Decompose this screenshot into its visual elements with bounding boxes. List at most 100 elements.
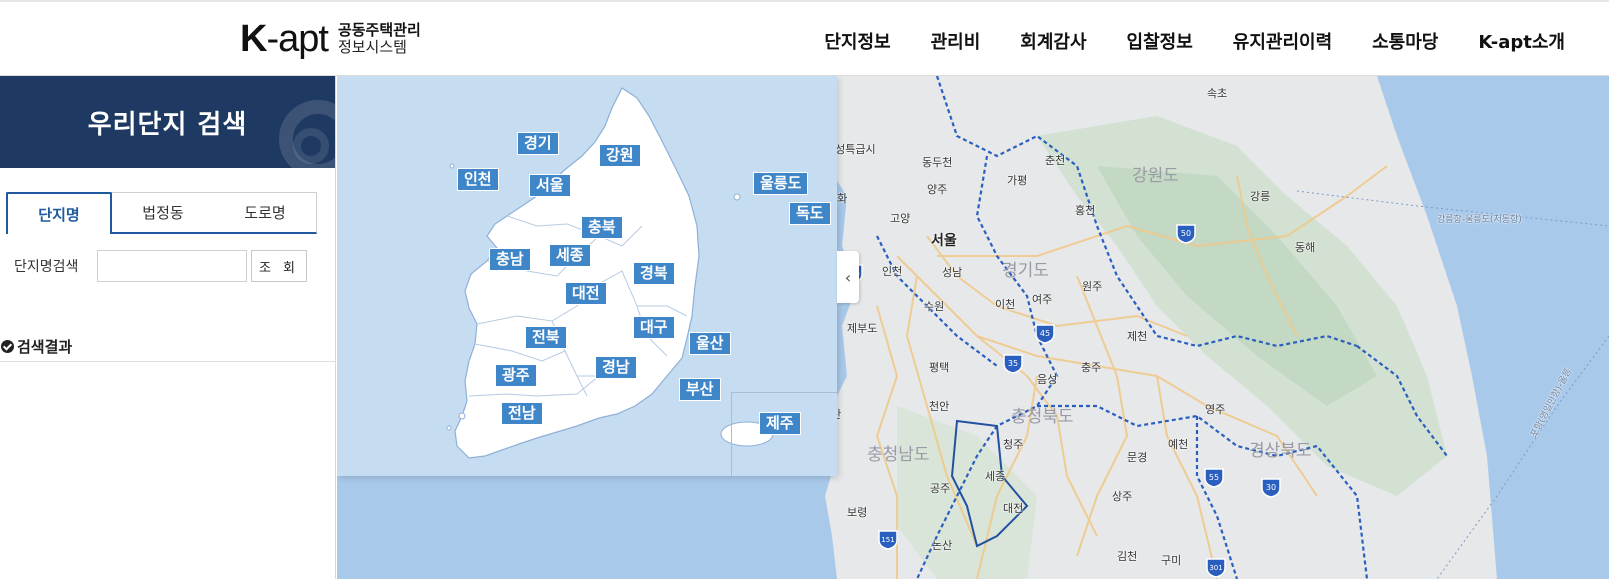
route-number-55: 55: [1209, 473, 1219, 482]
map-label-icheon: 이천: [995, 298, 1016, 311]
map-city-incheon: 인천: [882, 265, 903, 278]
map-label-sea-route-ulleung: 강릉항-울릉도(저동항): [1437, 215, 1522, 225]
region-gyeongnam[interactable]: 경남: [595, 356, 637, 379]
result-title-text: 검색결과: [17, 338, 73, 356]
map-label-sokcho: 속초: [1207, 87, 1228, 100]
region-sejong[interactable]: 세종: [549, 244, 591, 267]
region-incheon[interactable]: 인천: [457, 168, 499, 191]
region-jeonnam[interactable]: 전남: [501, 402, 543, 425]
map-label-gimcheon: 김천: [1117, 550, 1138, 563]
map-view[interactable]: 강원도 경기도 충청북도 충청남도 경상북도 서울 인천 세종 대전 속초 개성…: [337, 76, 1609, 579]
site-logo[interactable]: K-apt 공동주택관리 정보시스템: [240, 20, 421, 58]
region-chungbuk[interactable]: 충북: [581, 216, 623, 239]
region-overview-map: 경기 강원 인천 서울 울릉도 독도 충북 충남 세종 경북 대전 대구 전북 …: [337, 76, 837, 476]
main-nav: 단지정보 관리비 회계감사 입찰정보 유지관리이력 소통마당 K-apt소개: [824, 28, 1565, 54]
region-seoul[interactable]: 서울: [529, 174, 571, 197]
region-gyeonggi[interactable]: 경기: [517, 132, 559, 155]
decorative-swirl-small: [293, 128, 329, 164]
panel-title: 우리단지 검색: [87, 109, 248, 140]
region-daegu[interactable]: 대구: [633, 316, 675, 339]
route-shield-45: 45: [1034, 322, 1056, 344]
route-shield-30: 30: [1260, 476, 1282, 498]
nav-item-audit[interactable]: 회계감사: [1020, 28, 1086, 54]
tab-legal-dong[interactable]: 법정동: [112, 193, 214, 232]
nav-item-bid-info[interactable]: 입찰정보: [1127, 28, 1193, 54]
tab-road-name[interactable]: 도로명: [214, 193, 316, 232]
nav-item-management-fee[interactable]: 관리비: [931, 28, 981, 54]
region-jeonbuk[interactable]: 전북: [525, 326, 567, 349]
route-shield-50: 50: [1175, 222, 1197, 244]
map-label-wonju: 원주: [1082, 280, 1103, 293]
route-shield-35: 35: [1002, 352, 1024, 374]
route-number-151: 151: [881, 536, 894, 544]
map-label-donghae: 동해: [1295, 241, 1316, 254]
region-dokdo[interactable]: 독도: [789, 202, 831, 225]
map-label-gangwon: 강원도: [1132, 166, 1179, 186]
region-gwangju[interactable]: 광주: [495, 364, 537, 387]
map-label-hongcheon: 홍천: [1075, 204, 1096, 217]
map-label-jebudo: 제부도: [847, 322, 878, 335]
route-shield-55: 55: [1203, 466, 1225, 488]
region-chungnam[interactable]: 충남: [489, 248, 531, 271]
tab-complex-name[interactable]: 단지명: [6, 192, 112, 234]
map-city-seoul: 서울: [931, 233, 957, 249]
region-busan[interactable]: 부산: [679, 378, 721, 401]
map-label-nonsan: 논산: [932, 539, 953, 552]
map-label-sangju: 상주: [1112, 490, 1133, 503]
region-jeju[interactable]: 제주: [759, 412, 801, 435]
search-row: 단지명검색 조 회: [14, 250, 307, 282]
map-label-eumseong: 음성: [1037, 373, 1058, 386]
header: K-apt 공동주택관리 정보시스템 단지정보 관리비 회계감사 입찰정보 유지…: [0, 0, 1609, 76]
map-label-chungnam: 충청남도: [867, 445, 930, 465]
map-label-yecheon: 예천: [1168, 438, 1189, 451]
nav-item-community[interactable]: 소통마당: [1372, 28, 1438, 54]
map-label-suwon: 수원: [924, 300, 945, 313]
map-label-chuncheon: 춘천: [1045, 154, 1066, 167]
panel-header: 우리단지 검색: [0, 76, 335, 168]
chevron-left-icon: ‹: [844, 267, 852, 287]
map-label-cheongju: 청주: [1003, 438, 1024, 451]
region-gyeongbuk[interactable]: 경북: [633, 262, 675, 285]
map-label-gangneung: 강릉: [1250, 190, 1271, 203]
logo-mark: K-apt: [240, 18, 329, 60]
region-daejeon[interactable]: 대전: [565, 282, 607, 305]
inset-collapse-button[interactable]: ‹: [837, 251, 859, 303]
route-number-50: 50: [1181, 229, 1191, 238]
map-label-yeoju: 여주: [1032, 293, 1053, 306]
map-label-jecheon: 제천: [1127, 330, 1148, 343]
logo-sub-line1: 공동주택관리: [337, 21, 421, 39]
map-label-gyeonggi: 경기도: [1002, 261, 1049, 281]
map-label-yeongju: 영주: [1205, 403, 1226, 416]
map-label-chungbuk: 충청북도: [1011, 407, 1074, 427]
region-ulleungdo[interactable]: 울릉도: [753, 172, 809, 195]
map-label-gumi: 구미: [1161, 554, 1182, 567]
route-shield-151: 151: [877, 528, 899, 550]
route-number-45: 45: [1040, 329, 1050, 338]
map-label-gapyeong: 가평: [1007, 174, 1028, 187]
check-circle-icon: [1, 340, 14, 353]
region-ulsan[interactable]: 울산: [689, 332, 731, 355]
map-city-daejeon: 대전: [1003, 502, 1024, 515]
map-label-boryeong: 보령: [847, 506, 868, 519]
complex-name-input[interactable]: [97, 250, 247, 282]
search-button[interactable]: 조 회: [251, 250, 307, 282]
nav-item-about[interactable]: K-apt소개: [1478, 28, 1565, 54]
logo-apt: -apt: [266, 18, 328, 60]
map-label-dongducheon: 동두천: [922, 156, 953, 169]
map-label-gongju: 공주: [930, 482, 951, 495]
search-label: 단지명검색: [14, 259, 79, 275]
map-label-gyeongbuk: 경상북도: [1249, 441, 1312, 461]
region-gangwon[interactable]: 강원: [599, 144, 641, 167]
map-label-yangju: 양주: [927, 183, 948, 196]
map-label-pyeongtaek: 평택: [929, 361, 950, 374]
nav-item-maintenance-history[interactable]: 유지관리이력: [1233, 28, 1332, 54]
route-number-301: 301: [1209, 564, 1222, 572]
nav-item-complex-info[interactable]: 단지정보: [824, 28, 890, 54]
logo-k: K: [240, 18, 267, 60]
map-label-mungyeong: 문경: [1127, 451, 1148, 464]
search-panel: 우리단지 검색 단지명 법정동 도로명 단지명검색 조 회 검색결과: [0, 76, 336, 579]
map-city-sejong: 세종: [985, 470, 1006, 483]
logo-sub-line2: 정보시스템: [337, 38, 407, 56]
map-label-seongnam: 성남: [942, 266, 963, 279]
map-label-chungju: 충주: [1081, 361, 1102, 374]
